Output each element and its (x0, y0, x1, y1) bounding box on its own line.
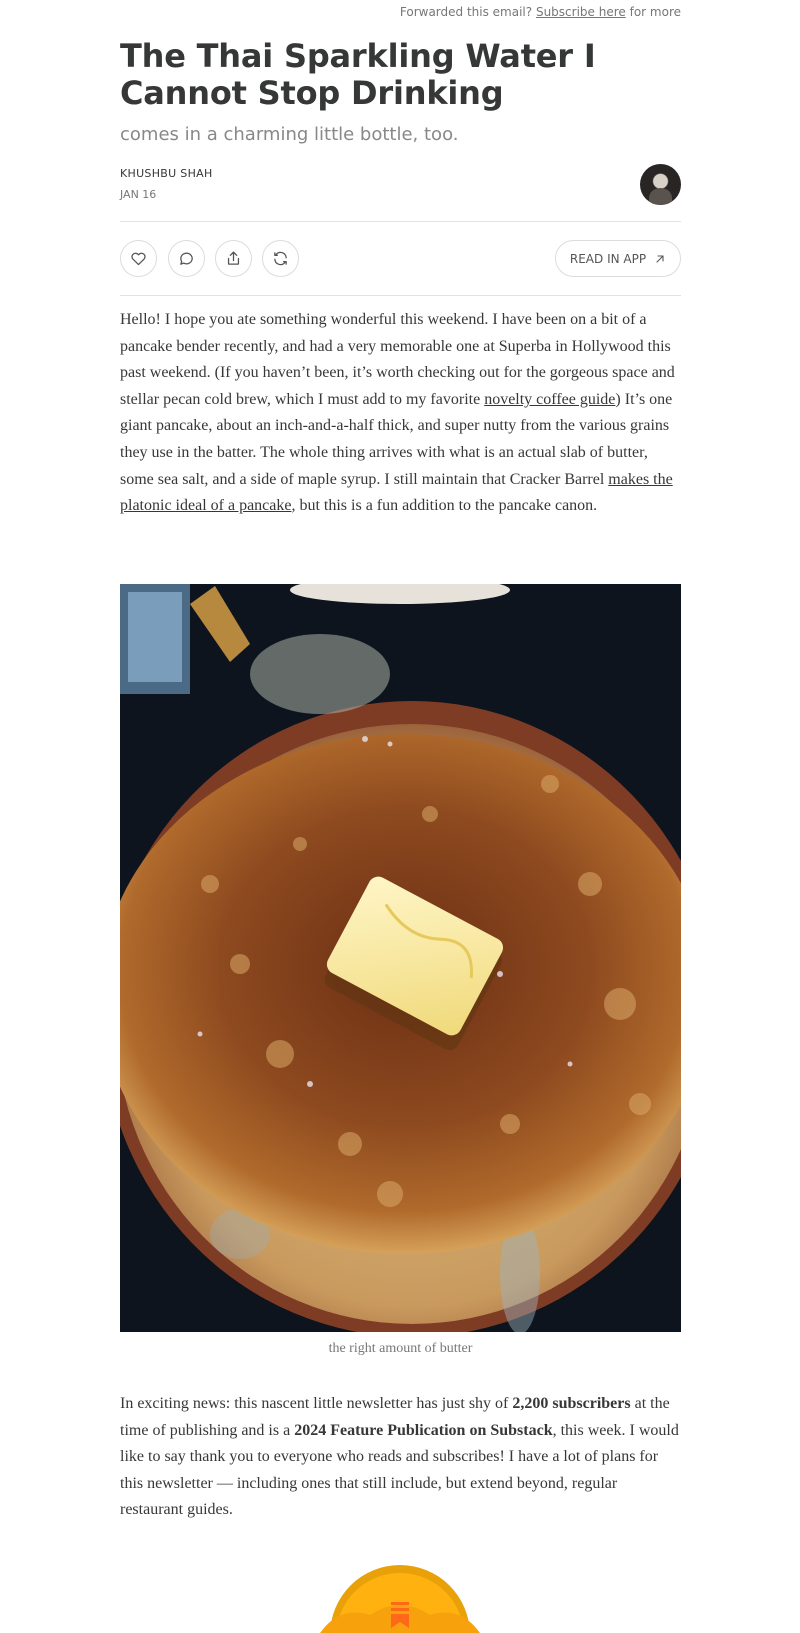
comment-icon (180, 252, 193, 265)
share-icon (227, 251, 240, 265)
image-caption: the right amount of butter (328, 1341, 473, 1356)
heart-icon (131, 252, 146, 266)
news-paragraph: In exciting news: this nascent little ne… (120, 1391, 681, 1524)
forward-notice: Forwarded this email? Subscribe here for… (400, 5, 681, 19)
restack-button[interactable] (262, 240, 299, 277)
substack-badge (300, 1565, 500, 1633)
read-in-app-label: READ IN APP (569, 251, 647, 266)
post-title[interactable]: The Thai Sparkling Water I Cannot Stop D… (120, 38, 681, 112)
subscriber-count: 2,200 subscribers (512, 1395, 631, 1412)
arrow-up-right-icon (656, 254, 664, 263)
author-name[interactable]: KHUSHBU SHAH (120, 167, 681, 180)
forward-prefix: Forwarded this email? (399, 5, 533, 19)
bookmark-badge-icon (320, 1565, 480, 1633)
intro-text-3: , but this is a fun addition to the panc… (291, 497, 598, 515)
feature-publication: 2024 Feature Publication on Substack (294, 1421, 553, 1439)
news-text-1: In exciting news: this nascent little ne… (120, 1395, 513, 1412)
pancake-photo[interactable] (120, 584, 681, 1332)
post-subtitle: comes in a charming little bottle, too. (120, 124, 459, 145)
read-in-app-button[interactable]: READ IN APP (555, 240, 681, 277)
email-page: Forwarded this email? Subscribe here for… (0, 0, 800, 1633)
pancake-illustration (120, 584, 681, 1332)
forward-suffix: for more (629, 5, 681, 19)
share-button[interactable] (215, 240, 252, 277)
subscribe-link[interactable]: Subscribe here (536, 5, 626, 19)
restack-icon (274, 251, 287, 266)
divider-bottom (120, 295, 681, 296)
author-avatar[interactable] (640, 164, 681, 205)
intro-paragraph: Hello! I hope you ate something wonderfu… (120, 307, 681, 520)
like-button[interactable] (120, 240, 157, 277)
divider-top (120, 221, 681, 222)
comment-button[interactable] (168, 240, 205, 277)
novelty-coffee-guide-link[interactable]: novelty coffee guide (484, 391, 615, 408)
post-date: JAN 16 (120, 188, 157, 201)
